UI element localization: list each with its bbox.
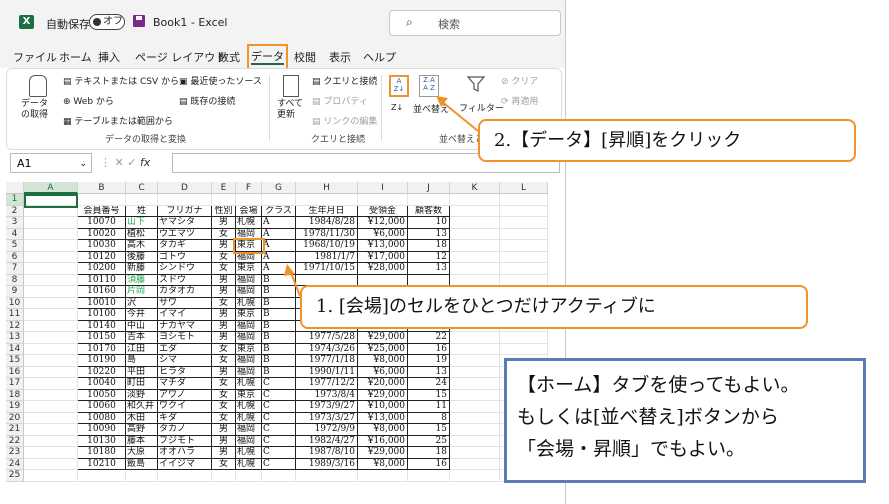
note-line-3: 「会場・昇順」でもよい。	[517, 438, 746, 460]
note-line-1: 【ホーム】タブを使ってもよい。	[517, 374, 800, 396]
note-box: 【ホーム】タブを使ってもよい。 もしくは[並べ替え]ボタンから 「会場・昇順」で…	[504, 358, 866, 483]
note-line-2: もしくは[並べ替え]ボタンから	[517, 406, 779, 428]
